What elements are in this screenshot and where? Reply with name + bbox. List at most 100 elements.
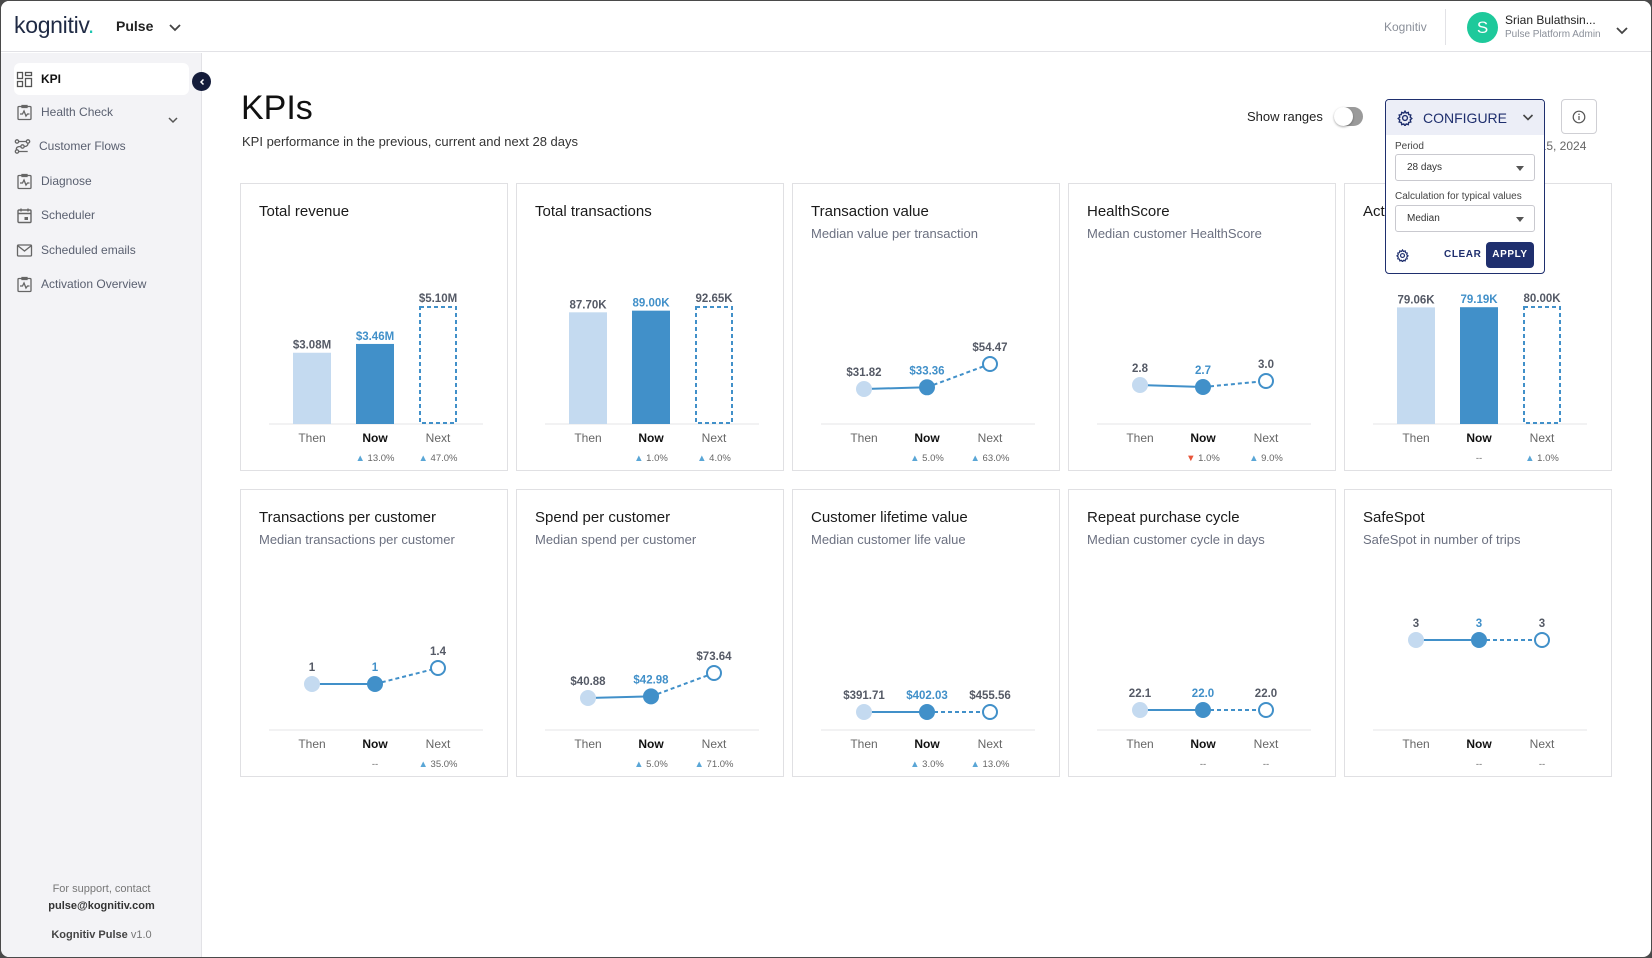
bar-then[interactable] xyxy=(569,312,607,424)
chevron-down-icon[interactable] xyxy=(167,115,179,125)
change-value: 1.0% xyxy=(1196,453,1221,464)
kpi-card-total-revenue[interactable]: Total revenue $3.08M $3.46M $5.10M Then Now ▲ … xyxy=(240,183,508,471)
point-then[interactable] xyxy=(580,690,596,706)
x-tick-label: Now xyxy=(914,737,940,751)
kpi-chart: 3 3 3 Then Now -- Next -- xyxy=(1373,618,1587,770)
point-next[interactable] xyxy=(430,660,446,676)
kpi-chart: $3.08M $3.46M $5.10M Then Now ▲ 13.0% Next ▲ 47… xyxy=(269,293,483,464)
value-label: $33.36 xyxy=(909,365,944,377)
value-label: 79.19K xyxy=(1460,294,1498,306)
configure-toggle[interactable]: CONFIGURE xyxy=(1386,100,1544,135)
x-tick-label: Now xyxy=(638,737,664,751)
collapse-sidebar-button[interactable] xyxy=(192,72,211,91)
value-label: 22.1 xyxy=(1129,688,1152,700)
apply-button[interactable]: APPLY xyxy=(1486,242,1534,268)
bar-then[interactable] xyxy=(1397,307,1435,424)
kpi-card-transactions-per-customer[interactable]: Transactions per customer Median transact… xyxy=(240,489,508,777)
point-now[interactable] xyxy=(919,379,935,396)
x-tick-label: Then xyxy=(1402,737,1429,751)
chevron-down-icon[interactable] xyxy=(1615,26,1629,36)
point-then[interactable] xyxy=(856,381,872,397)
value-label: 3 xyxy=(1539,618,1545,630)
change-label: -- xyxy=(1476,453,1482,464)
change-label: ▲ 4.0% xyxy=(697,453,731,464)
org-link[interactable]: Kognitiv xyxy=(1384,20,1427,34)
version-info: Kognitiv Pulse v1.0 xyxy=(1,929,202,941)
point-now[interactable] xyxy=(919,704,935,720)
sidebar-item-activation-overview[interactable]: Activation Overview xyxy=(14,268,189,300)
value-label: 3 xyxy=(1413,618,1419,630)
x-tick-label: Next xyxy=(702,431,727,445)
kpi-card-transaction-value[interactable]: Transaction value Median value per transa… xyxy=(792,183,1060,471)
change-label: ▲ 13.0% xyxy=(356,453,396,464)
kpi-card-repeat-purchase-cycle[interactable]: Repeat purchase cycle Median customer cyc… xyxy=(1068,489,1336,777)
sidebar-item-health-check[interactable]: Health Check xyxy=(14,96,189,128)
point-next[interactable] xyxy=(1258,373,1274,389)
point-now[interactable] xyxy=(643,688,659,705)
point-next[interactable] xyxy=(706,665,722,681)
change-label: ▲ 3.0% xyxy=(910,759,944,770)
point-then[interactable] xyxy=(304,676,320,692)
point-next[interactable] xyxy=(982,356,998,372)
value-label: $42.98 xyxy=(633,674,669,686)
value-label: $73.64 xyxy=(696,651,732,663)
sidebar-item-kpi[interactable]: KPI xyxy=(14,63,189,95)
bar-now[interactable] xyxy=(1460,307,1498,424)
bar-now[interactable] xyxy=(356,343,394,424)
point-now[interactable] xyxy=(1195,702,1211,718)
value-label: $54.47 xyxy=(972,342,1007,354)
point-next[interactable] xyxy=(982,704,998,720)
bar-now[interactable] xyxy=(632,310,670,424)
change-value: 63.0% xyxy=(980,453,1010,464)
sidebar-item-scheduled-emails[interactable]: Scheduled emails xyxy=(14,234,189,266)
x-tick-label: Then xyxy=(1126,431,1153,445)
clear-button[interactable]: CLEAR xyxy=(1444,249,1481,260)
calculation-select[interactable]: Median xyxy=(1395,205,1535,232)
period-select[interactable]: 28 days xyxy=(1395,154,1535,181)
support-email-link[interactable]: pulse@kognitiv.com xyxy=(1,900,202,912)
point-next[interactable] xyxy=(1534,632,1550,648)
bar-next[interactable] xyxy=(1523,306,1561,424)
point-now[interactable] xyxy=(367,676,383,692)
point-now[interactable] xyxy=(1195,379,1211,395)
value-label: $3.46M xyxy=(356,331,394,343)
point-then[interactable] xyxy=(1132,702,1148,718)
bar-next[interactable] xyxy=(695,306,733,424)
value-label: 80.00K xyxy=(1523,293,1561,305)
clipboard-pulse-icon xyxy=(17,276,32,292)
kpi-card-safespot[interactable]: SafeSpot SafeSpot in number of trips 3 3 3 Th… xyxy=(1344,489,1612,777)
sidebar-item-scheduler[interactable]: Scheduler xyxy=(14,199,189,231)
avatar[interactable]: S xyxy=(1467,12,1498,43)
kognitiv-logo[interactable]: kognitiv. xyxy=(14,12,94,39)
sidebar-item-diagnose[interactable]: Diagnose xyxy=(14,165,189,197)
user-name[interactable]: Srian Bulathsin... xyxy=(1505,13,1596,27)
change-label: -- xyxy=(372,759,378,770)
kpi-chart: $40.88 $42.98 $73.64 Then Now ▲ 5.0% Next ▲ 71.… xyxy=(545,651,759,770)
chevron-down-icon[interactable] xyxy=(168,23,182,33)
sidebar-item-customer-flows[interactable]: Customer Flows xyxy=(12,130,187,162)
configure-panel: CONFIGURE Period 28 days Calculation for… xyxy=(1385,99,1545,274)
kpi-card-healthscore[interactable]: HealthScore Median customer HealthScore 2.… xyxy=(1068,183,1336,471)
info-button[interactable] xyxy=(1561,99,1597,134)
show-ranges-toggle[interactable] xyxy=(1334,107,1363,126)
triangle-up-icon: ▲ xyxy=(910,453,919,464)
point-then[interactable] xyxy=(856,704,872,720)
value-label: $5.10M xyxy=(419,293,457,305)
kpi-card-spend-per-customer[interactable]: Spend per customer Median spend per custo… xyxy=(516,489,784,777)
settings-gear-icon[interactable] xyxy=(1396,249,1409,262)
bar-then[interactable] xyxy=(293,352,331,424)
kpi-card-total-transactions[interactable]: Total transactions 87.70K 89.00K 92.65K Then… xyxy=(516,183,784,471)
point-now[interactable] xyxy=(1471,632,1487,648)
sidebar-item-label: Activation Overview xyxy=(41,277,147,291)
point-then[interactable] xyxy=(1132,377,1148,393)
change-label: ▲ 1.0% xyxy=(634,453,668,464)
point-next[interactable] xyxy=(1258,702,1274,718)
bar-next[interactable] xyxy=(419,306,457,424)
value-label: 1 xyxy=(309,662,316,674)
kpi-card-customer-lifetime-value[interactable]: Customer lifetime value Median customer l… xyxy=(792,489,1060,777)
app-switcher-label[interactable]: Pulse xyxy=(116,18,153,34)
point-then[interactable] xyxy=(1408,632,1424,648)
sidebar: KPI Health Check Customer Flows Diagnose… xyxy=(1,53,202,957)
x-tick-label: Then xyxy=(574,431,601,445)
show-ranges-label: Show ranges xyxy=(1247,109,1323,124)
